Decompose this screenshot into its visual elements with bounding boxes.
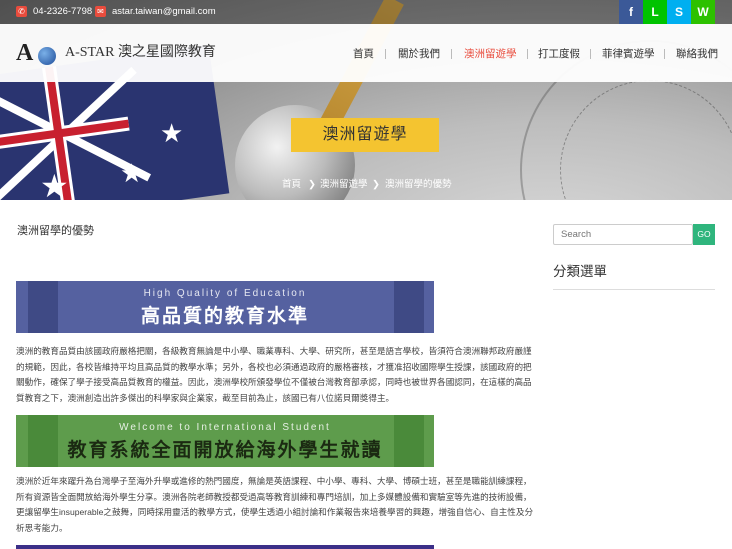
banner-heading: 高品質的教育水準 [140, 306, 309, 327]
post-title: 澳洲留學的優勢 [17, 225, 94, 237]
nav-divider [451, 49, 452, 59]
skype-icon[interactable]: S [667, 0, 691, 24]
flag-star-icon: ★ [40, 168, 69, 200]
next-banner-edge [16, 545, 434, 549]
phone-number[interactable]: 04-2326-7798 [33, 6, 92, 18]
nav-item-philippines-study[interactable]: 菲律賓遊學 [602, 47, 655, 61]
banner-heading: 教育系統全面開放給海外學生就讀 [67, 440, 383, 461]
banner-subtitle: High Quality of Education [143, 288, 307, 299]
email-icon: ✉ [95, 6, 106, 17]
top-contact-bar: ✆ 04-2326-7798 ✉ astar.taiwan@gmail.com … [0, 0, 732, 24]
nav-divider [590, 49, 591, 59]
page: ★ ★ ★ ✆ 04-2326-7798 ✉ astar.taiwan@gmai… [0, 0, 732, 549]
search-input[interactable] [553, 224, 693, 245]
post-paragraph: 澳洲的教育品質由該國政府嚴格把關，各級教育無論是中小學、職業專科、大學、研究所，… [16, 346, 532, 403]
international-student-banner: Welcome to International Student 教育系統全面開… [16, 415, 434, 467]
breadcrumb-chevron-icon: ❯ [308, 179, 316, 190]
facebook-icon[interactable]: f [619, 0, 643, 24]
search-go-button[interactable]: GO [693, 224, 715, 245]
line-icon[interactable]: L [643, 0, 667, 24]
flag-star-icon: ★ [160, 118, 184, 148]
brand-name[interactable]: A-STAR 澳之星國際教育 [65, 45, 216, 61]
wechat-icon[interactable]: W [691, 0, 715, 24]
nav-item-australia-study[interactable]: 澳洲留遊學 [464, 47, 517, 61]
flag-star-icon: ★ [120, 158, 144, 188]
email-address[interactable]: astar.taiwan@gmail.com [112, 6, 216, 18]
education-quality-banner: High Quality of Education 高品質的教育水準 [16, 281, 434, 333]
breadcrumb-current: 澳洲留學的優勢 [385, 179, 452, 190]
nav-item-home[interactable]: 首頁 [353, 47, 374, 61]
nav-divider [385, 49, 386, 59]
nav-item-working-holiday[interactable]: 打工度假 [538, 47, 580, 61]
nav-item-contact[interactable]: 聯絡我們 [676, 47, 718, 61]
nav-item-about[interactable]: 關於我們 [398, 47, 440, 61]
phone-icon: ✆ [16, 6, 27, 17]
category-menu-title: 分類選單 [553, 264, 607, 279]
breadcrumb-chevron-icon: ❯ [372, 179, 380, 190]
breadcrumb-australia-study[interactable]: 澳洲留遊學 [320, 179, 368, 191]
nav-divider [664, 49, 665, 59]
nav-divider [527, 49, 528, 59]
main-navigation: A A-STAR 澳之星國際教育 首頁 關於我們 澳洲留遊學 打工度假 菲律賓遊… [0, 24, 732, 82]
banner-subtitle: Welcome to International Student [119, 422, 331, 433]
logo-icon[interactable]: A [16, 39, 60, 67]
post-paragraph: 澳洲於近年來躍升為台灣學子至海外升學或進修的熱門國度，無論是英語課程、中小學、專… [16, 476, 534, 533]
divider [553, 289, 715, 290]
breadcrumb-home[interactable]: 首頁 [282, 179, 301, 191]
page-title: 澳洲留遊學 [291, 118, 439, 152]
